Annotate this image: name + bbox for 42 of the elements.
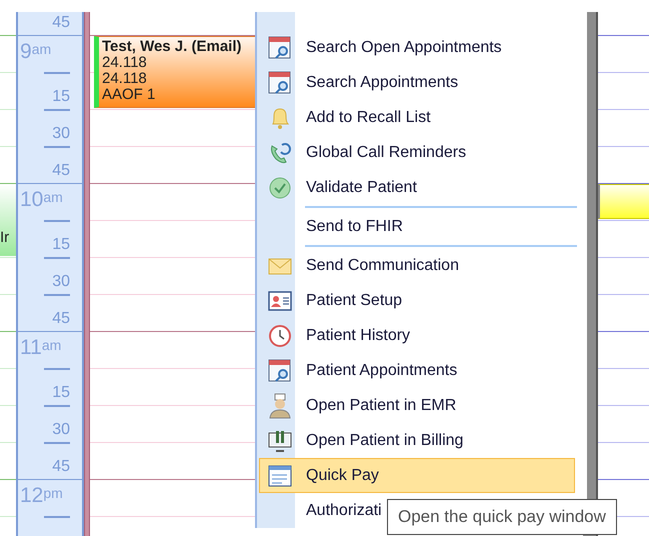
window-form-icon (267, 462, 293, 488)
menu-item[interactable]: Send to FHIR (259, 209, 575, 244)
minute-label: 30 (52, 124, 70, 144)
calendar-search-icon (267, 70, 293, 96)
appointment-block[interactable]: Ir (0, 184, 16, 256)
minute-label: 15 (52, 235, 70, 255)
hour-label: 12$^{pm}$ (20, 484, 63, 508)
appointment-block[interactable] (598, 184, 649, 219)
menu-item[interactable]: Patient Setup (259, 283, 575, 318)
calendar-search-icon (267, 358, 293, 384)
history-clock-icon (267, 322, 293, 348)
appointment-text: AAOF 1 (102, 87, 156, 103)
appointment-text: 24.118 (102, 55, 147, 71)
menu-item[interactable]: Add to Recall List (259, 100, 575, 135)
minute-label: 15 (52, 383, 70, 403)
appointment-text: Ir (0, 230, 10, 246)
check-badge-icon (267, 174, 293, 200)
minute-label: 15 (52, 87, 70, 107)
calendar-search-icon (267, 34, 293, 60)
menu-item[interactable]: Quick Pay (259, 458, 575, 493)
menu-item[interactable]: Search Open Appointments (259, 30, 575, 65)
patient-name: Test, Wes J. (Email) (102, 39, 242, 55)
minute-label: 30 (52, 420, 70, 440)
menu-item[interactable]: Open Patient in Billing (259, 423, 575, 458)
minute-label: 45 (52, 309, 70, 329)
minute-label: 30 (52, 272, 70, 292)
tooltip: Open the quick pay window (387, 499, 617, 535)
hour-label: 11$^{am}$ (20, 336, 62, 360)
menu-item[interactable]: Send Communication (259, 248, 575, 283)
minute-label: 45 (52, 161, 70, 181)
menu-item[interactable]: Patient History (259, 318, 575, 353)
hour-label: 10$^{am}$ (20, 188, 63, 212)
minute-label: 45 (52, 457, 70, 477)
doctor-icon (267, 392, 293, 418)
menu-item[interactable]: Validate Patient (259, 170, 575, 205)
menu-item[interactable]: Search Appointments (259, 65, 575, 100)
hour-label: 9$^{am}$ (20, 40, 52, 64)
menu-item[interactable]: Global Call Reminders (259, 135, 575, 170)
menu-item[interactable]: Open Patient in EMR (259, 388, 575, 423)
minute-label: 45 (52, 13, 70, 33)
appointment-text: 24.118 (102, 71, 147, 87)
menu-item[interactable]: Patient Appointments (259, 353, 575, 388)
